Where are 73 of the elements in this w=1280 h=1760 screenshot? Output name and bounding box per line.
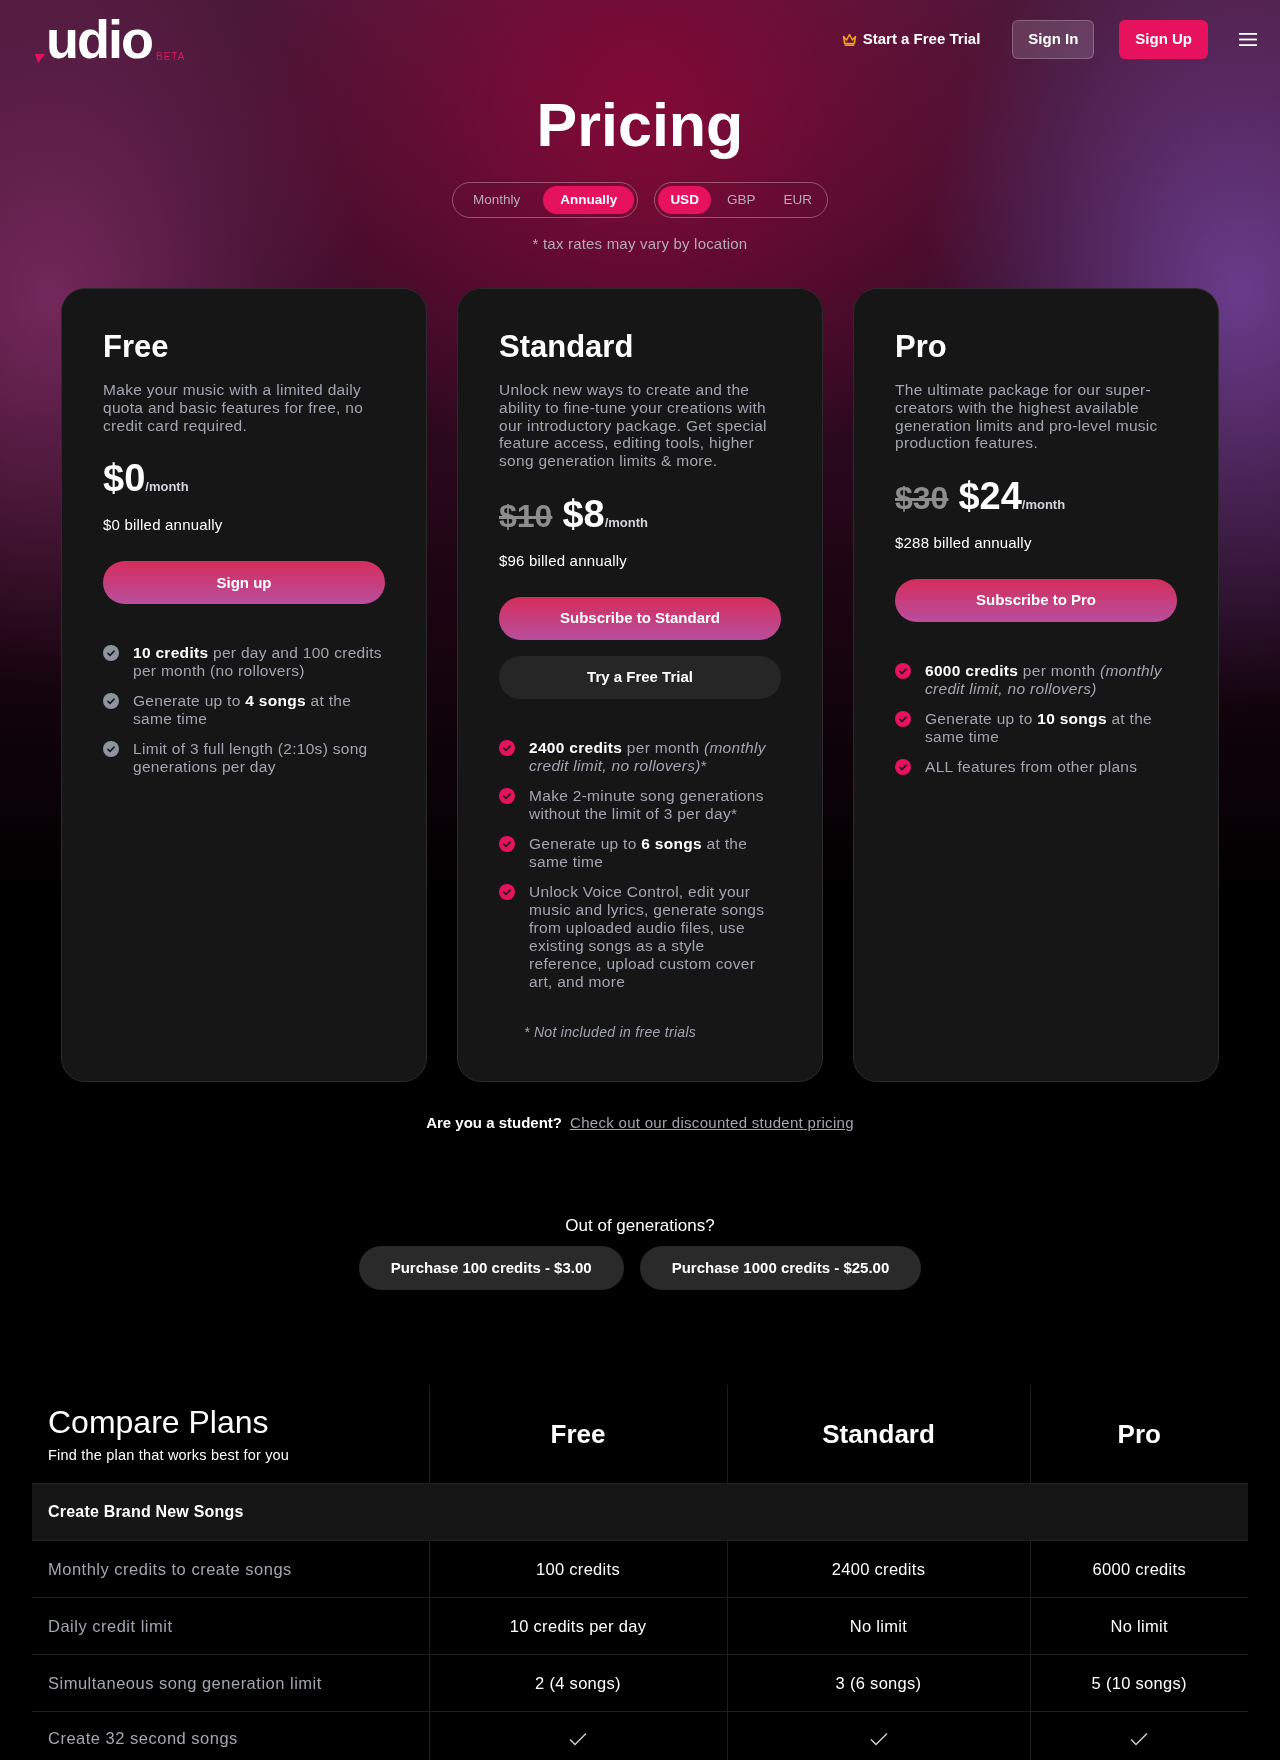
feature-text: 6000 credits per month (monthly credit limit, no rollovers) (925, 662, 1163, 699)
plan-price: $8 (562, 492, 605, 536)
compare-title: Compare Plans (48, 1404, 270, 1441)
currency-option[interactable]: EUR (771, 186, 824, 214)
table-cell: No limit (727, 1598, 1030, 1655)
plan-name: Free (103, 329, 170, 365)
row-label: Daily credit limit (32, 1598, 429, 1655)
plan-description: Unlock new ways to create and the ability to fine-tune your creations with our introductory package. Get special feature access, editing tools, higher song generation limits & more. (499, 381, 768, 470)
beta-label: BETA (155, 50, 186, 64)
feature-text: Unlock Voice Control, edit your music and lyrics, generate songs from uploaded audio files, use existing songs as a style reference, upload custom cover art, and more (529, 883, 766, 991)
table-cell: No limit (1030, 1598, 1248, 1655)
row-label: Simultaneous song generation limit (32, 1655, 429, 1712)
row-label: Monthly credits to create songs (32, 1541, 429, 1598)
feature-text: Generate up to 6 songs at the same time (529, 835, 749, 871)
tax-note: * tax rates may vary by location (531, 235, 749, 253)
purchase-credits-button[interactable]: Purchase 100 credits - $3.00 (358, 1246, 624, 1290)
student-question: Are you a student? (426, 1114, 562, 1132)
sign-up-button[interactable]: Sign Up (1119, 19, 1208, 59)
plan-description: Make your music with a limited daily quota and basic features for free, no credit card required. (103, 381, 365, 435)
row-label: Create 32 second songs (32, 1712, 429, 1760)
currency-option[interactable]: GBP (714, 186, 768, 214)
feature-text: 10 credits per day and 100 credits per month (no rollovers) (133, 644, 383, 681)
free-trial-button[interactable]: Try a Free Trial (499, 656, 781, 699)
column-header: Standard (727, 1385, 1030, 1484)
column-header: Pro (1030, 1385, 1248, 1484)
table-cell: 2 (4 songs) (429, 1655, 727, 1712)
table-cell: 6000 credits (1030, 1541, 1248, 1598)
check-icon (869, 1732, 888, 1747)
table-cell: 5 (10 songs) (1030, 1655, 1248, 1712)
logo-mark-icon (35, 54, 45, 63)
old-price: $10 (499, 497, 553, 536)
column-header: Free (429, 1385, 727, 1484)
feature-text: Generate up to 10 songs at the same time (925, 710, 1153, 747)
check-icon (569, 1732, 587, 1747)
table-cell: 2400 credits (727, 1541, 1030, 1598)
feature-text: 2400 credits per month (monthly credit limit, no rollovers)* (529, 739, 767, 775)
billing-option[interactable]: Annually (543, 186, 635, 214)
logo-wordmark[interactable]: udio (46, 12, 152, 66)
billing-note: $96 billed annually (499, 552, 629, 570)
sign-in-button[interactable]: Sign In (1012, 19, 1095, 59)
feature-text: ALL features from other plans (925, 758, 1138, 777)
plan-price: $24 (958, 474, 1022, 519)
billing-option[interactable]: Monthly (456, 186, 538, 214)
subscribe-button[interactable]: Subscribe to Pro (895, 579, 1177, 623)
table-cell: 10 credits per day (429, 1598, 727, 1655)
footnote-text: * Not included in free trials (523, 1023, 698, 1041)
price-period: /month (145, 479, 189, 497)
section-header: Create Brand New Songs (32, 1484, 1248, 1541)
feature-text: Generate up to 4 songs at the same time (133, 692, 353, 729)
plan-name: Standard (499, 329, 635, 365)
subscribe-button[interactable]: Subscribe to Standard (499, 597, 781, 640)
top-up-heading: Out of generations? (564, 1216, 716, 1236)
old-price: $30 (895, 479, 949, 519)
table-cell: 100 credits (429, 1541, 727, 1598)
table-cell: 3 (6 songs) (727, 1655, 1030, 1712)
billing-note: $0 billed annually (103, 516, 224, 535)
student-pricing-link[interactable]: Check out our discounted student pricing (570, 1114, 854, 1132)
plan-description: The ultimate package for our super-creators with the highest available generation limits and pro-level music production features. (895, 381, 1159, 453)
compare-subtitle: Find the plan that works best for you (48, 1446, 291, 1465)
menu-icon[interactable] (1239, 32, 1257, 46)
purchase-credits-button[interactable]: Purchase 1000 credits - $25.00 (639, 1246, 922, 1290)
feature-text: Make 2-minute song generations without the limit of 3 per day* (529, 787, 765, 823)
subscribe-button[interactable]: Sign up (103, 561, 385, 605)
plan-name: Pro (895, 329, 948, 365)
check-icon (1130, 1732, 1149, 1747)
feature-text: Limit of 3 full length (2:10s) song generations per day (133, 740, 369, 777)
price-period: /month (604, 515, 648, 532)
currency-option[interactable]: USD (658, 186, 711, 214)
plan-price: $0 (103, 456, 146, 501)
price-period: /month (1021, 497, 1066, 515)
free-trial-link[interactable]: Start a Free Trial (841, 27, 981, 51)
crown-icon (841, 32, 857, 46)
billing-note: $288 billed annually (895, 534, 1033, 553)
